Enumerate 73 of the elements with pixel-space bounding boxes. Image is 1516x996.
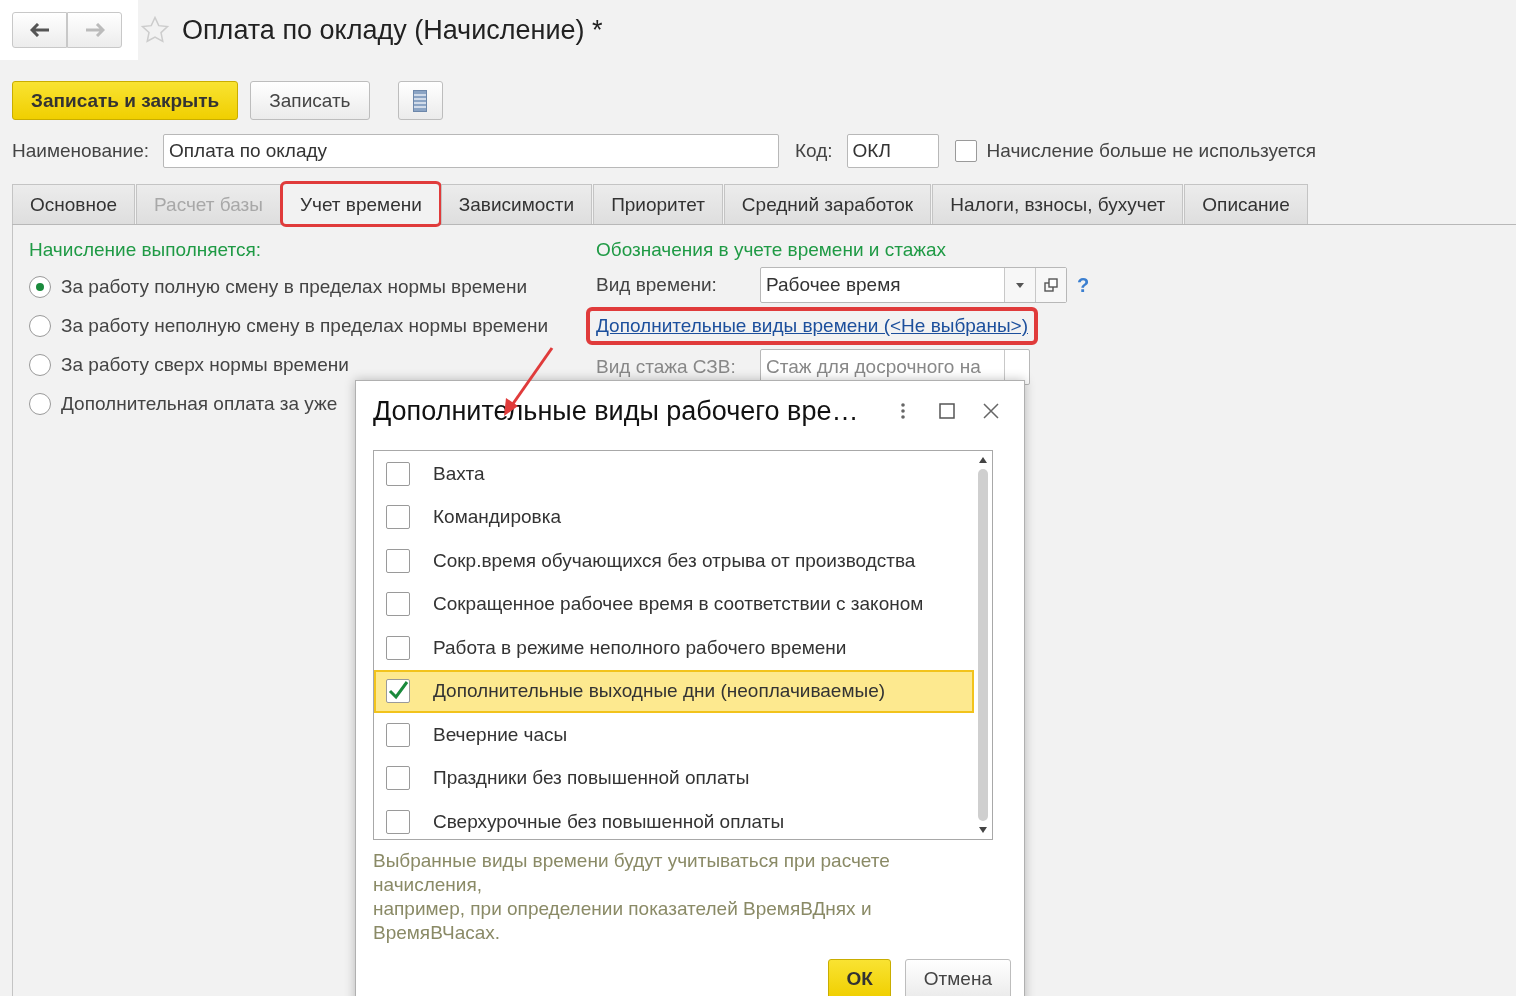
code-field[interactable]: ОКЛ (846, 134, 939, 168)
maximize-icon[interactable] (936, 400, 958, 422)
checkbox[interactable] (386, 461, 410, 486)
extra-time-link[interactable]: Дополнительные виды времени (<Не выбраны>) (586, 307, 1038, 345)
scroll-down-icon[interactable] (979, 827, 987, 833)
checkbox[interactable] (386, 548, 410, 573)
cancel-button[interactable]: Отмена (904, 959, 1011, 996)
list-item[interactable]: Вахта (374, 452, 974, 496)
radio-label: За работу неполную смену в пределах нормы времени (61, 314, 549, 337)
checkbox[interactable] (386, 809, 410, 834)
item-label: Вечерние часы (433, 723, 568, 746)
checkbox[interactable] (386, 635, 410, 660)
item-label: Сокращенное рабочее время в соответствии с законом (433, 593, 924, 616)
checkbox[interactable] (386, 505, 410, 530)
list-item[interactable]: Командировка (374, 495, 974, 539)
checkbox[interactable] (386, 679, 410, 704)
tab[interactable]: Учет времени (281, 183, 440, 225)
list-item[interactable]: Праздники без повышенной оплаты (374, 756, 974, 800)
list-item[interactable]: Вечерние часы (374, 713, 974, 757)
hint-text: Выбранные виды времени будут учитываться при расчете начисления, например, при определении показателей ВремяВДнях и ВремяВЧасах. (373, 849, 891, 945)
list-item[interactable]: Сверхурочные без повышенной оплаты (374, 800, 974, 844)
radio-button[interactable] (29, 275, 51, 298)
back-arrow-icon (29, 23, 50, 37)
checkbox[interactable] (954, 140, 977, 162)
item-label: Сокр.время обучающихся без отрыва от производства (433, 549, 916, 572)
item-label: Работа в режиме неполного рабочего времени (433, 636, 847, 659)
item-label: Сверхурочные без повышенной оплаты (433, 810, 785, 833)
time-kind-dropdown[interactable]: Рабочее время (760, 267, 1067, 303)
tab[interactable]: Основное (12, 184, 136, 224)
list-item[interactable]: Дополнительные выходные дни (неоплачиваемые) (374, 669, 974, 713)
checkbox-label: Начисление больше не используется (986, 140, 1317, 162)
list-item[interactable]: Сокр.время обучающихся без отрыва от производства (374, 539, 974, 583)
window-title: Оплата по окладу (Начисление) * (182, 14, 603, 46)
back-button[interactable] (12, 12, 67, 48)
list-icon (413, 89, 427, 112)
section-heading: Обозначения в учете времени и стажах (596, 239, 947, 261)
field-label: Код: (795, 140, 833, 162)
field-label: Вид стажа СЗВ: (596, 356, 737, 378)
ok-button[interactable]: ОК (828, 959, 891, 996)
checkbox[interactable] (386, 722, 410, 747)
open-window-icon (1044, 278, 1058, 292)
item-label: Праздники без повышенной оплаты (433, 767, 750, 790)
save-close-button[interactable]: Записать и закрыть (12, 81, 239, 120)
field-label: Наименование: (12, 140, 149, 162)
dialog-title: Дополнительные виды рабочего вре… (373, 395, 860, 427)
checkbox[interactable] (386, 592, 410, 617)
field-label: Вид времени: (596, 274, 718, 296)
tab[interactable]: Налоги, взносы, бухучет (932, 184, 1184, 224)
item-label: Вахта (433, 462, 485, 485)
checkbox[interactable] (386, 766, 410, 791)
radio-label: За работу сверх нормы времени (61, 353, 349, 376)
radio-label: За работу полную смену в пределах нормы времени (61, 275, 528, 298)
forward-arrow-icon (84, 23, 105, 37)
list-item[interactable]: Сокращенное рабочее время в соответствии с законом (374, 582, 974, 626)
save-button[interactable]: Записать (250, 81, 370, 120)
radio-button[interactable] (29, 353, 51, 376)
tab[interactable]: Описание (1184, 184, 1308, 224)
list-item[interactable]: Работа в режиме неполного рабочего времени (374, 626, 974, 670)
star-icon[interactable] (140, 15, 170, 45)
section-heading: Начисление выполняется: (29, 239, 263, 261)
list-button[interactable] (397, 81, 443, 120)
caret-icon (1016, 282, 1024, 288)
tab[interactable]: Зависимости (440, 184, 593, 224)
item-label: Командировка (433, 506, 561, 529)
name-field[interactable]: Оплата по окладу (163, 134, 779, 168)
scroll-up-icon[interactable] (979, 457, 987, 463)
radio-button[interactable] (29, 392, 51, 415)
tab[interactable]: Средний заработок (723, 184, 932, 224)
tab[interactable]: Приоритет (593, 184, 723, 224)
help-icon[interactable]: ? (1077, 273, 1090, 297)
item-label: Дополнительные выходные дни (неоплачиваемые) (433, 680, 886, 703)
radio-button[interactable] (29, 314, 51, 337)
radio-label: Дополнительная оплата за уже (61, 392, 338, 415)
